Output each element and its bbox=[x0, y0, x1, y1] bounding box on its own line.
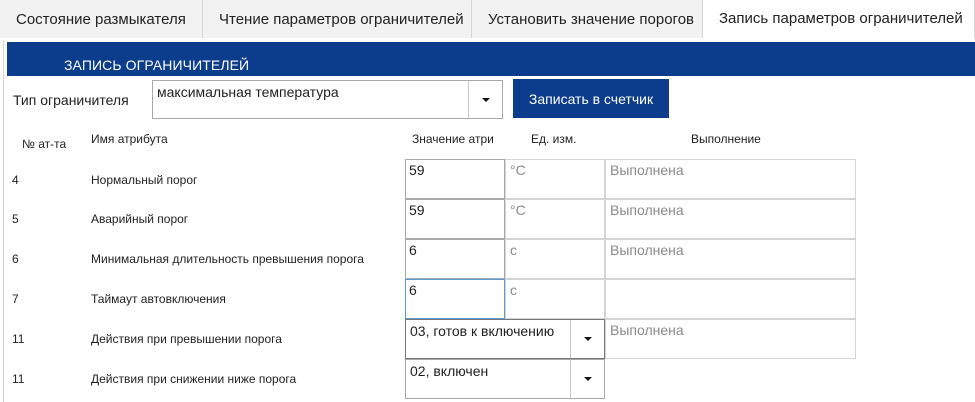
tab-breaker-state[interactable]: Состояние размыкателя bbox=[0, 0, 203, 38]
tab-read-limiter-params[interactable]: Чтение параметров ограничителей bbox=[203, 0, 472, 38]
row-5-exec: Выполнена bbox=[605, 319, 856, 359]
row-1-name: Нормальный порог bbox=[91, 173, 198, 187]
row-2-value-input[interactable]: 59 bbox=[405, 199, 505, 239]
column-header-exec: Выполнение bbox=[691, 132, 761, 146]
row-6-num: 11 bbox=[12, 372, 25, 386]
row-6-name: Действия при снижении ниже порога bbox=[91, 372, 297, 386]
panel-title: ЗАПИСЬ ОГРАНИЧИТЕЛЕЙ bbox=[7, 42, 975, 76]
row-5-action-select[interactable]: 03, готов к включению bbox=[405, 319, 605, 359]
row-4-name: Таймаут автовключения bbox=[91, 292, 226, 306]
row-6-action-select[interactable]: 02, включен bbox=[405, 359, 605, 399]
row-1-exec: Выполнена bbox=[605, 159, 856, 199]
limiter-type-label: Тип ограничителя bbox=[13, 92, 129, 108]
row-5-name: Действия при превышении порога bbox=[91, 332, 282, 346]
chevron-down-icon[interactable] bbox=[468, 81, 502, 118]
row-1-value-input[interactable]: 59 bbox=[405, 159, 505, 199]
row-1-num: 4 bbox=[12, 173, 19, 187]
limiter-type-value: максимальная температура bbox=[157, 84, 339, 100]
column-header-num: № ат-та bbox=[22, 137, 67, 151]
tab-write-limiter-params[interactable]: Запись параметров ограничителей bbox=[703, 0, 975, 38]
row-6-action-value: 02, включен bbox=[410, 363, 489, 379]
column-header-unit: Ед. изм. bbox=[531, 132, 577, 146]
row-2-num: 5 bbox=[12, 212, 19, 226]
row-3-exec: Выполнена bbox=[605, 239, 856, 279]
row-3-unit: с bbox=[505, 239, 605, 279]
chevron-down-icon[interactable] bbox=[570, 360, 604, 398]
limiter-type-select[interactable]: максимальная температура bbox=[152, 80, 503, 119]
row-3-num: 6 bbox=[12, 252, 19, 266]
column-header-value: Значение атри bbox=[412, 132, 494, 146]
tab-bar: Состояние размыкателя Чтение параметров … bbox=[0, 0, 975, 38]
write-limiters-panel: ЗАПИСЬ ОГРАНИЧИТЕЛЕЙ Тип ограничителя ма… bbox=[3, 40, 975, 402]
row-4-value-input[interactable]: 6 bbox=[405, 279, 505, 319]
row-4-unit: с bbox=[505, 279, 605, 319]
row-5-action-value: 03, готов к включению bbox=[410, 323, 555, 339]
row-1-unit: °C bbox=[505, 159, 605, 199]
column-header-name: Имя атрибута bbox=[91, 132, 168, 146]
row-4-exec bbox=[605, 279, 856, 319]
row-2-unit: °C bbox=[505, 199, 605, 239]
row-4-num: 7 bbox=[12, 292, 19, 306]
row-3-name: Минимальная длительность превышения поро… bbox=[91, 252, 364, 266]
row-2-exec: Выполнена bbox=[605, 199, 856, 239]
row-3-value-input[interactable]: 6 bbox=[405, 239, 505, 279]
write-to-meter-button[interactable]: Записать в счетчик bbox=[513, 79, 669, 118]
row-5-num: 11 bbox=[12, 332, 25, 346]
tab-set-thresholds[interactable]: Установить значение порогов bbox=[472, 0, 703, 38]
row-2-name: Аварийный порог bbox=[91, 212, 189, 226]
chevron-down-icon[interactable] bbox=[570, 320, 604, 358]
